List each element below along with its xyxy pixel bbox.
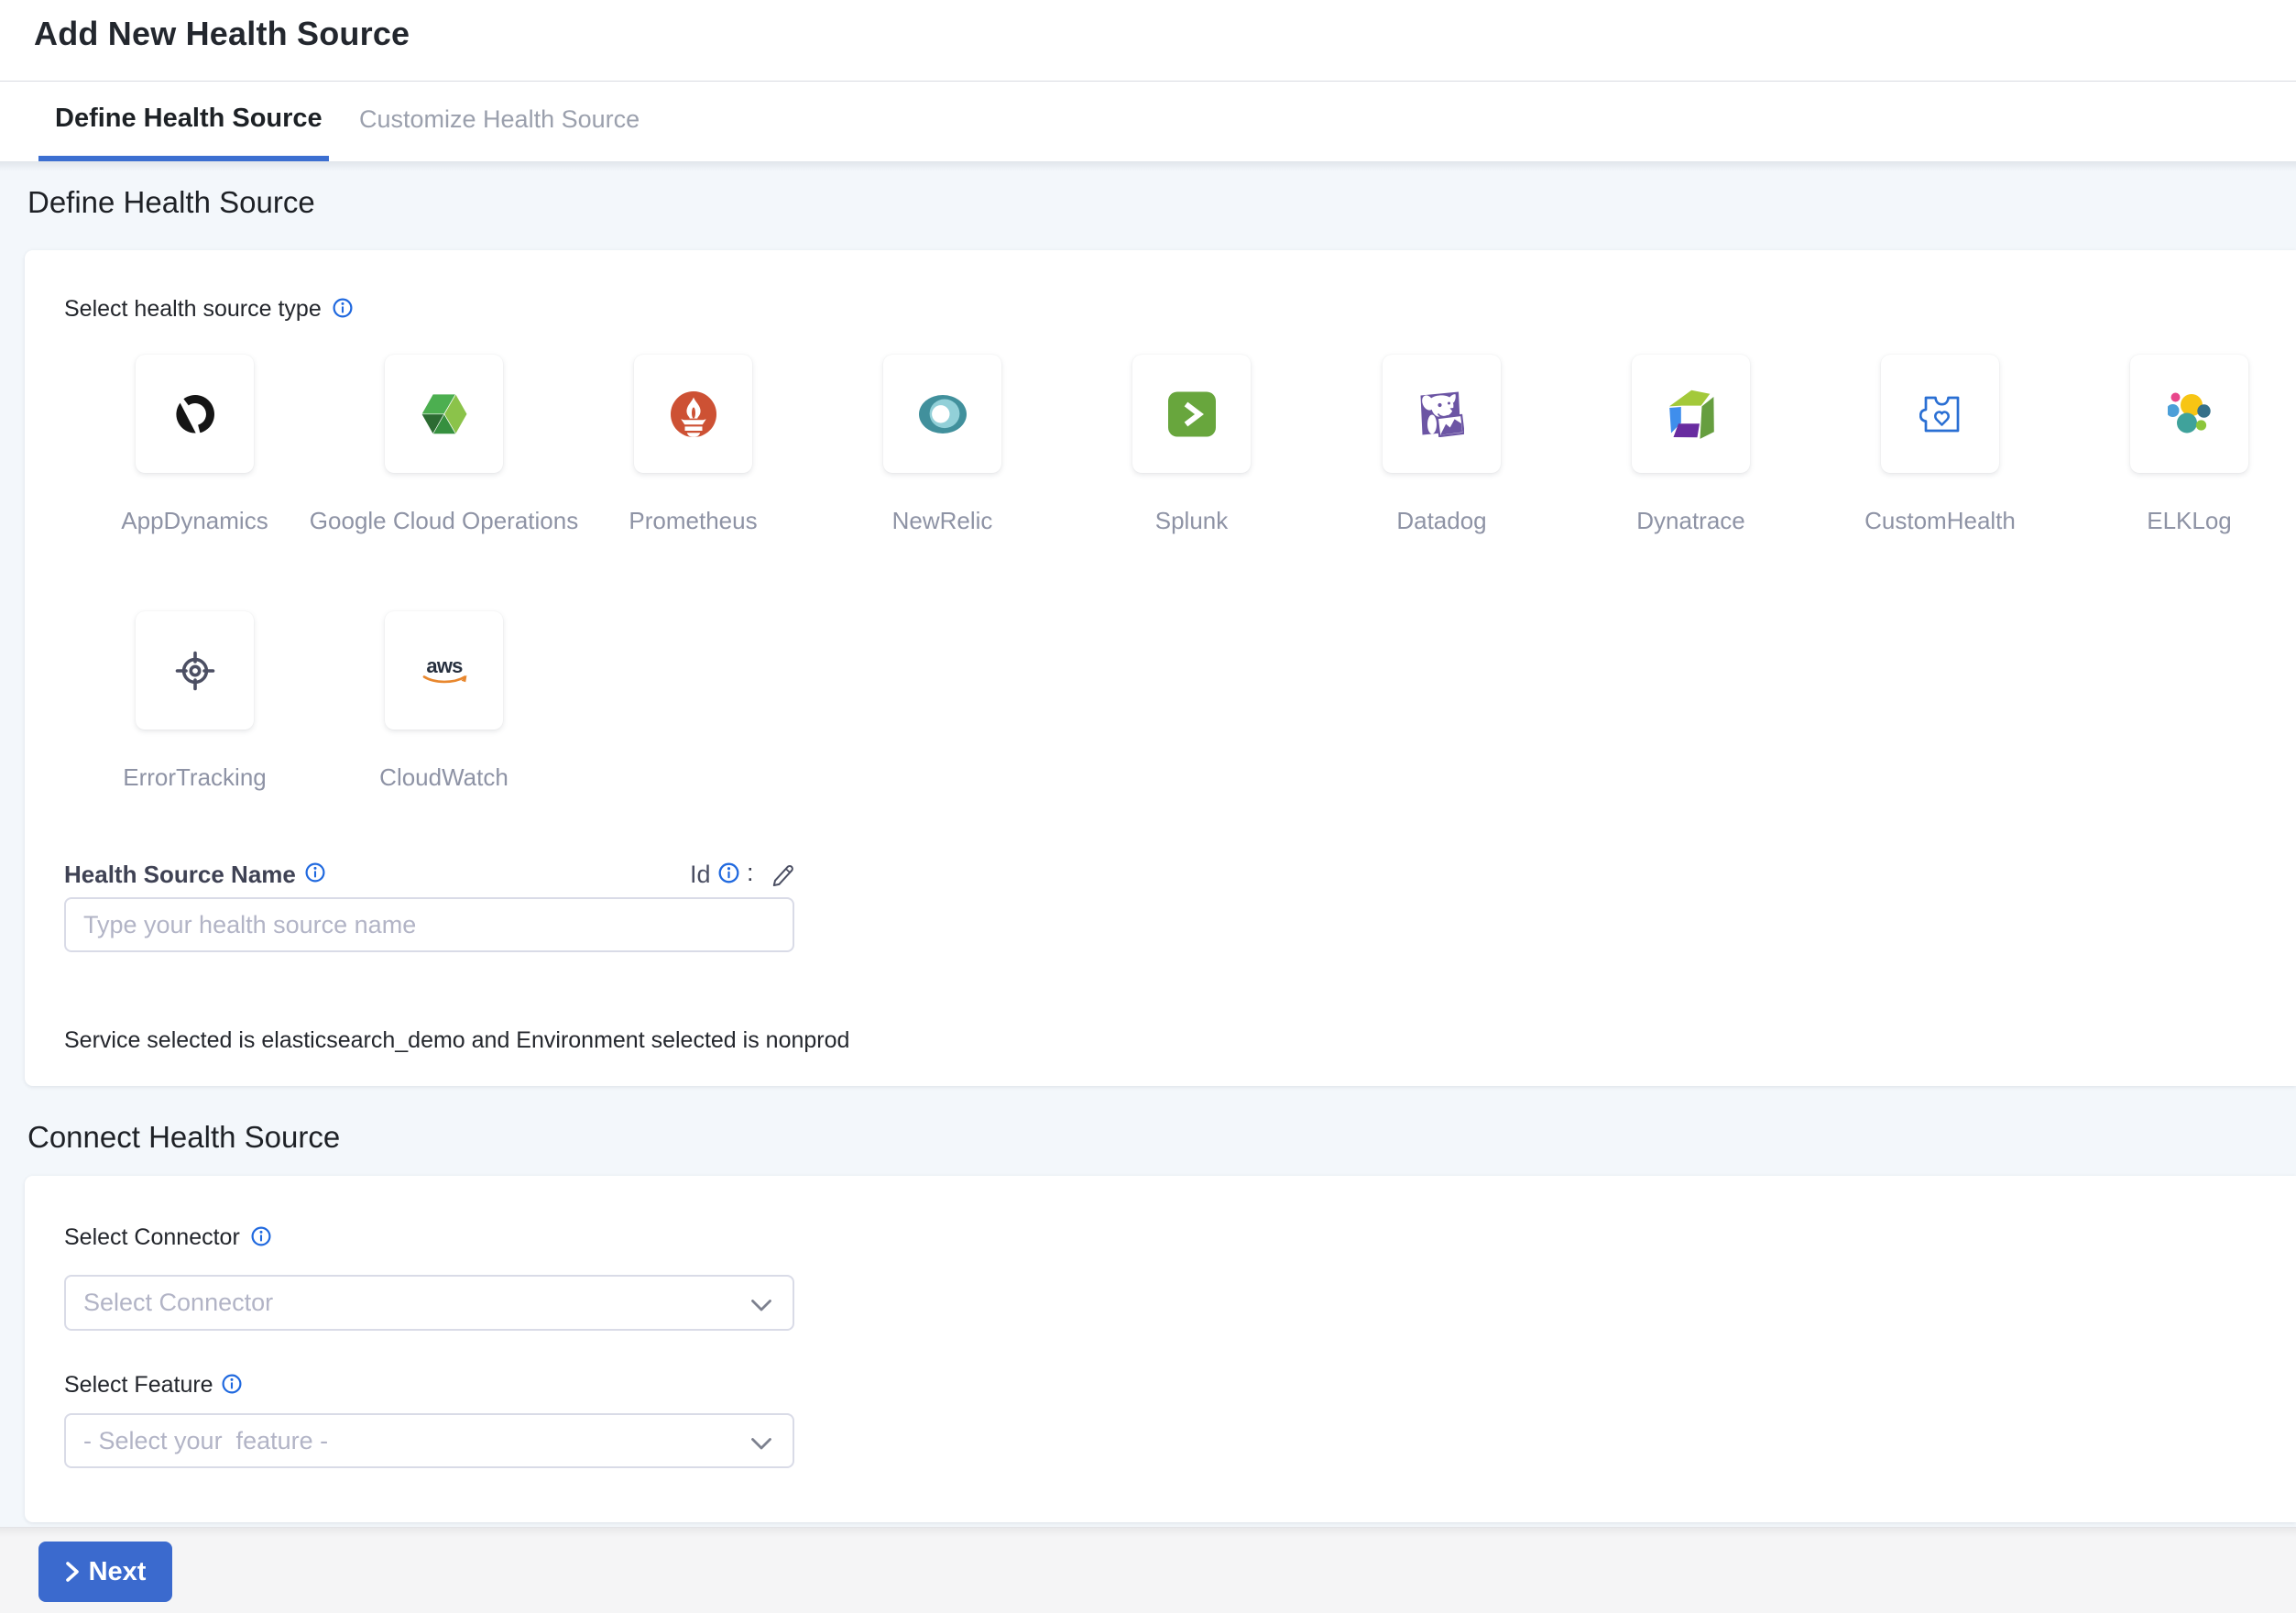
svg-text:aws: aws — [426, 655, 463, 677]
